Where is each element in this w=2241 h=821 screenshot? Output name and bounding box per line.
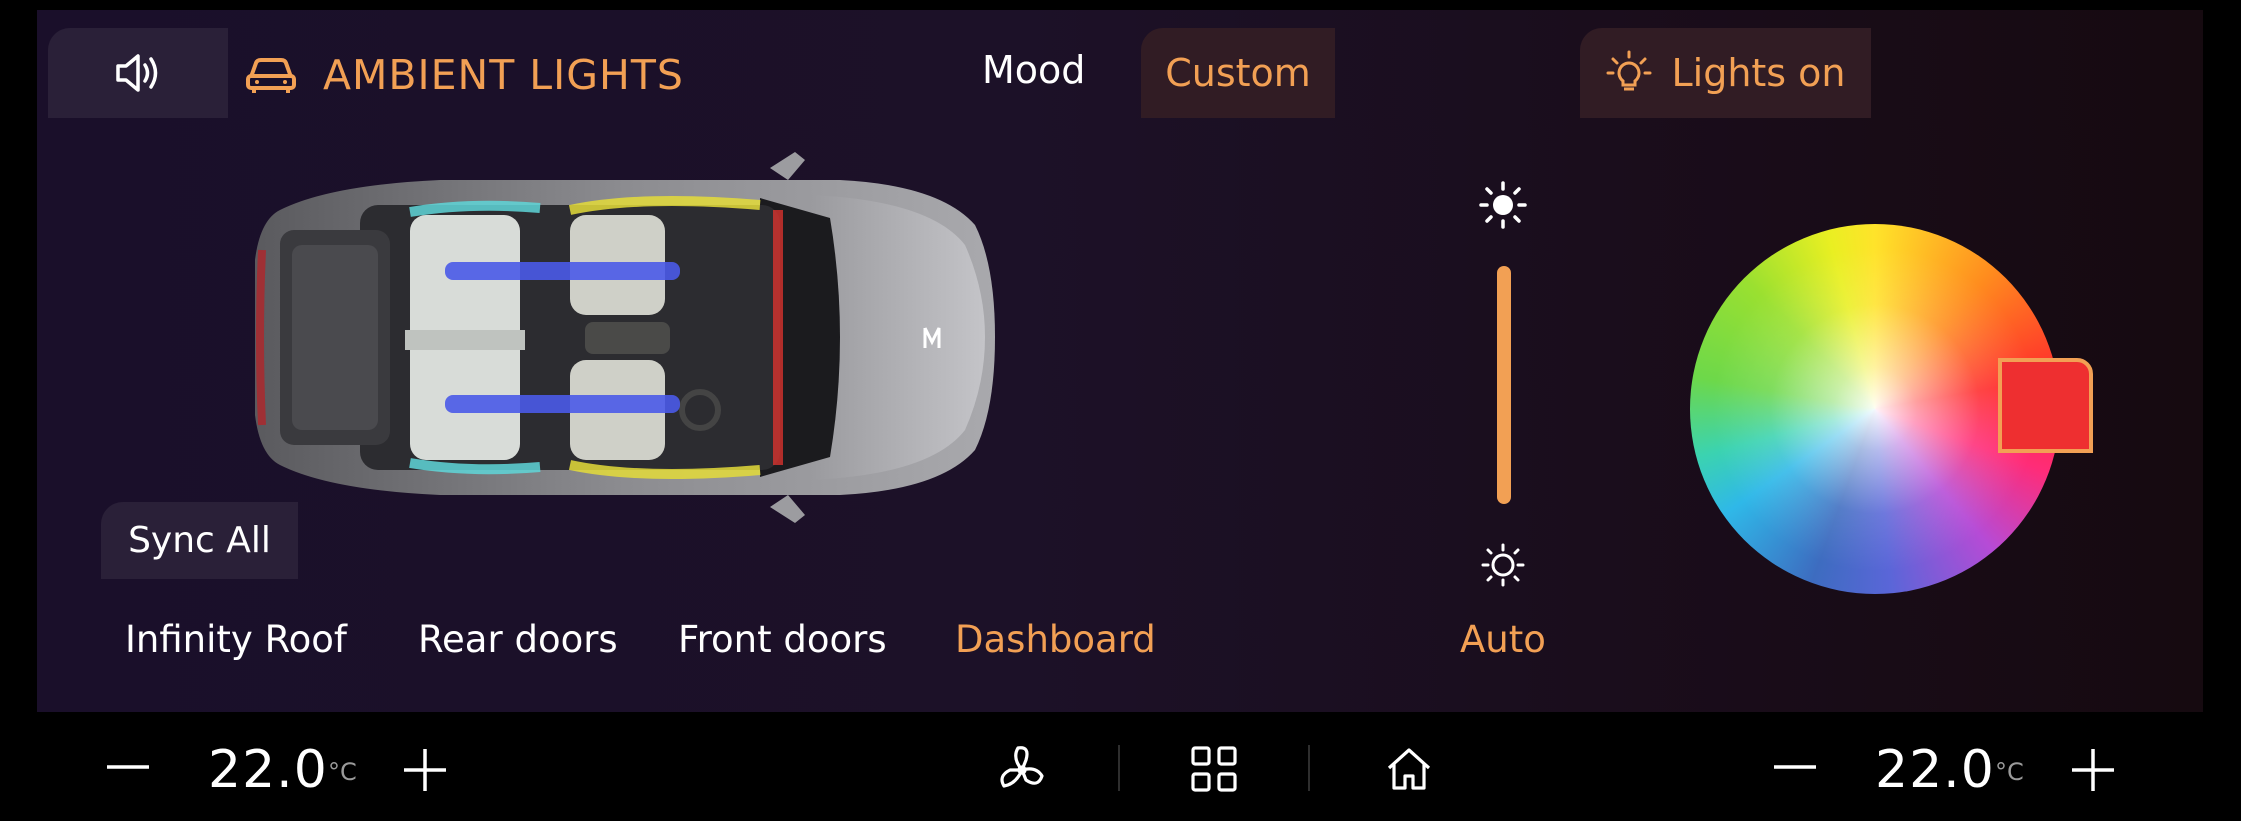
screen: AMBIENT LIGHTS Mood Custom Lights on Syn…: [0, 0, 2241, 821]
bulb-icon: [1606, 50, 1652, 91]
car-icon: [246, 58, 296, 93]
brightness-auto-button[interactable]: Auto: [1460, 618, 1546, 661]
divider: [1308, 745, 1310, 791]
right-temperature: 22.0: [1875, 740, 1995, 800]
fan-icon[interactable]: [996, 744, 1048, 796]
plus-icon[interactable]: [402, 747, 448, 793]
zone-front-doors[interactable]: Front doors: [678, 618, 887, 661]
mood-tab[interactable]: Mood: [982, 48, 1085, 92]
home-icon[interactable]: [1385, 746, 1433, 792]
minus-icon[interactable]: [1772, 752, 1818, 782]
divider: [1118, 745, 1120, 791]
page-title: AMBIENT LIGHTS: [323, 51, 684, 99]
brightness-slider[interactable]: [1497, 266, 1511, 504]
zone-dashboard[interactable]: Dashboard: [955, 618, 1156, 661]
car-top-view-image: [255, 152, 995, 523]
zone-infinity-roof[interactable]: Infinity Roof: [125, 618, 347, 661]
custom-tab-label: Custom: [1165, 51, 1311, 95]
lights-on-label: Lights on: [1671, 51, 1846, 95]
right-temperature-unit: °C: [1995, 758, 2024, 786]
sync-all-label: Sync All: [128, 520, 271, 561]
lights-on-toggle[interactable]: Lights on: [1580, 28, 1871, 118]
color-picker-handle[interactable]: [1998, 358, 2093, 453]
speaker-icon: [116, 54, 158, 92]
grid-icon[interactable]: [1190, 745, 1238, 793]
car-zone-illustration[interactable]: [240, 150, 1090, 525]
left-temperature-unit: °C: [328, 758, 357, 786]
page-header: AMBIENT LIGHTS: [245, 40, 684, 110]
minus-icon[interactable]: [105, 752, 151, 782]
left-temperature: 22.0: [208, 740, 328, 800]
sun-dim-icon: [1481, 543, 1525, 587]
sun-bright-icon: [1479, 181, 1527, 229]
volume-button[interactable]: [48, 28, 228, 118]
plus-icon[interactable]: [2070, 747, 2116, 793]
sync-all-button[interactable]: Sync All: [101, 502, 298, 579]
zone-rear-doors[interactable]: Rear doors: [418, 618, 618, 661]
custom-tab[interactable]: Custom: [1141, 28, 1335, 118]
